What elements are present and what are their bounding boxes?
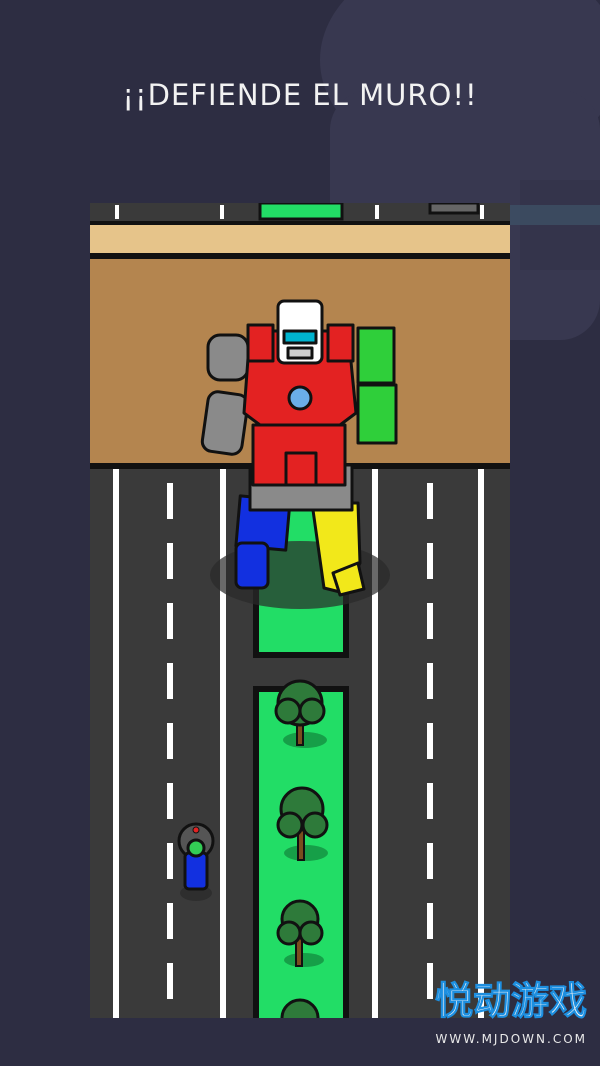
top-median: [258, 203, 344, 221]
watermark-url: WWW.MJDOWN.COM: [435, 1032, 587, 1046]
game-scene[interactable]: [90, 203, 510, 1018]
green-helmet-scooter-rider[interactable]: [177, 822, 215, 891]
watermark-logo-text: 悦动游戏: [434, 979, 587, 1023]
game-viewport[interactable]: [90, 203, 510, 1018]
page-title: ¡¡DEFIENDE EL MURO!!: [122, 78, 478, 112]
watermark: 悦动游戏 WWW.MJDOWN.COM: [372, 980, 587, 1058]
top-object: [428, 203, 480, 215]
